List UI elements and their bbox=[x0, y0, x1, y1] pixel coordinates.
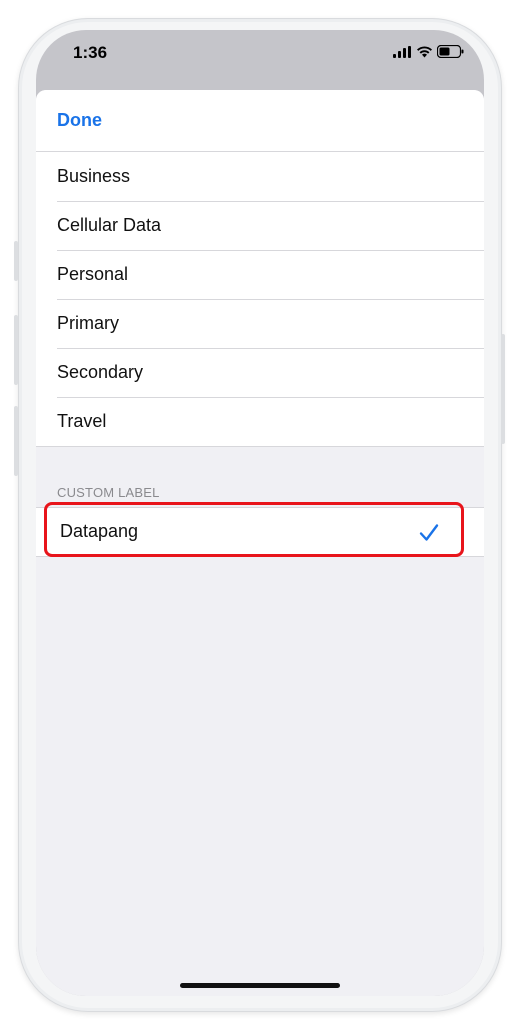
label-option-secondary[interactable]: Secondary bbox=[36, 348, 484, 397]
home-indicator[interactable] bbox=[180, 983, 340, 988]
custom-label-row[interactable]: Datapang bbox=[36, 507, 484, 557]
custom-label-section-header: CUSTOM LABEL bbox=[57, 485, 160, 500]
cellular-signal-icon bbox=[393, 45, 411, 58]
done-button[interactable]: Done bbox=[57, 110, 102, 131]
phone-screen: 1:36 Done Business Cellular Data Persona… bbox=[36, 30, 484, 996]
label-option-cellular-data[interactable]: Cellular Data bbox=[36, 201, 484, 250]
label-option-travel[interactable]: Travel bbox=[36, 397, 484, 446]
status-time: 1:36 bbox=[73, 43, 108, 62]
status-icons bbox=[393, 45, 464, 58]
nav-bar: Done bbox=[36, 90, 484, 152]
status-bar: 1:36 bbox=[36, 30, 484, 90]
volume-up-button bbox=[14, 315, 18, 385]
volume-down-button bbox=[14, 406, 18, 476]
custom-label-value: Datapang bbox=[60, 521, 139, 541]
checkmark-icon bbox=[419, 524, 439, 541]
label-picker-sheet: Done Business Cellular Data Personal Pri… bbox=[36, 90, 484, 996]
battery-icon bbox=[437, 45, 464, 58]
label-option-personal[interactable]: Personal bbox=[36, 250, 484, 299]
mute-switch bbox=[14, 241, 18, 281]
power-button bbox=[501, 334, 505, 444]
label-option-primary[interactable]: Primary bbox=[36, 299, 484, 348]
label-options-list: Business Cellular Data Personal Primary … bbox=[36, 152, 484, 447]
wifi-icon bbox=[417, 45, 432, 57]
label-option-business[interactable]: Business bbox=[36, 152, 484, 201]
